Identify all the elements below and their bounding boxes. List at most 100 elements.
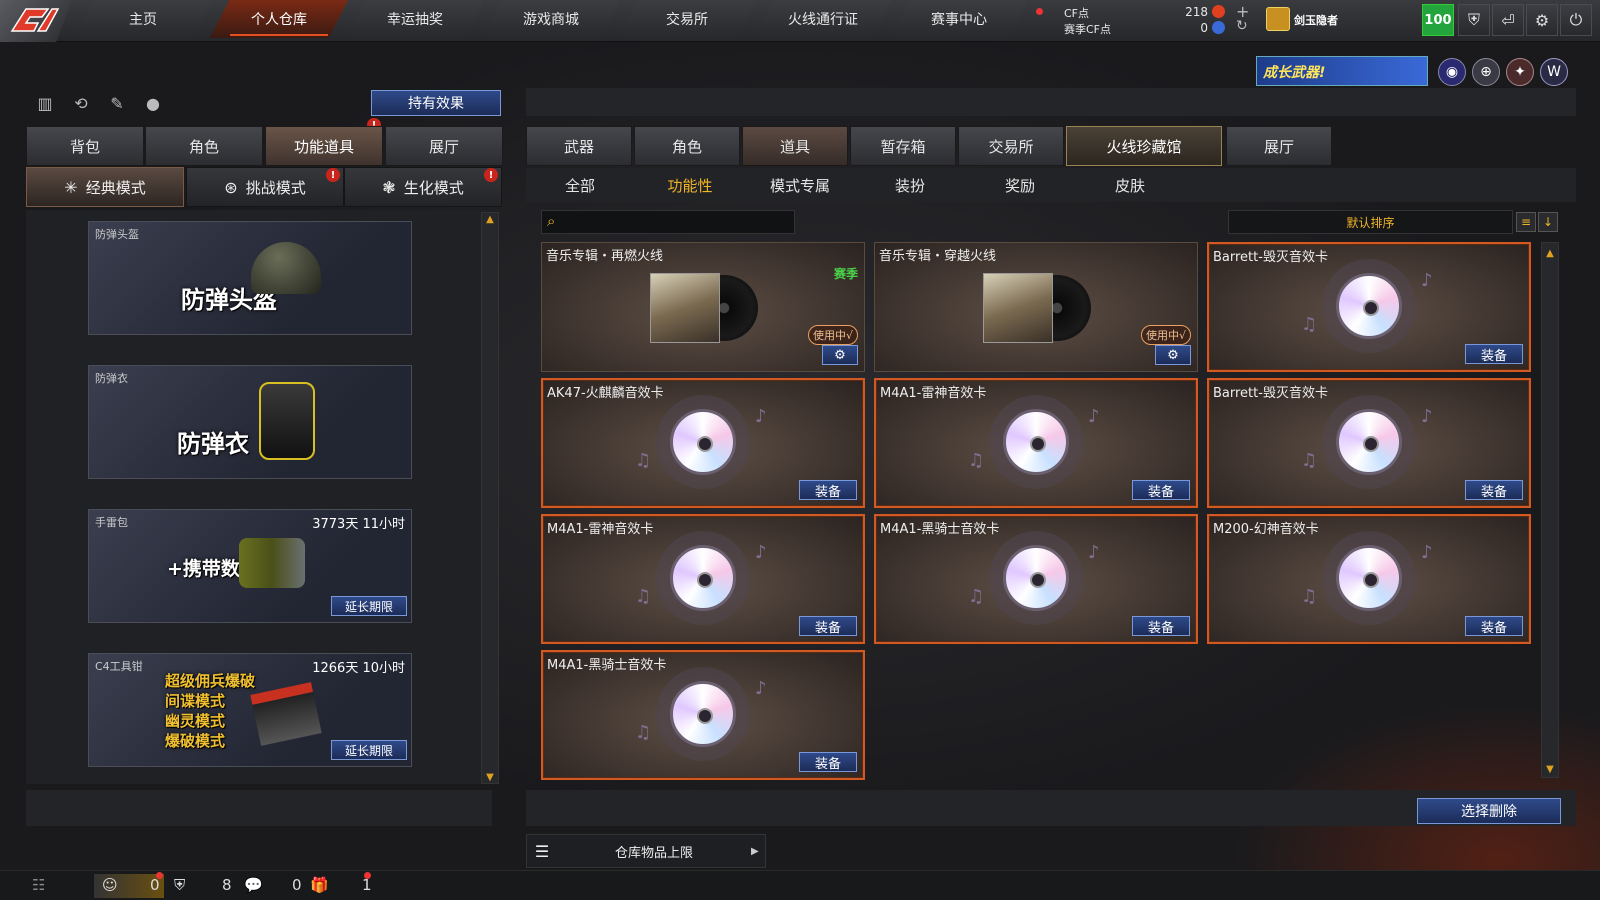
subtab-4[interactable]: 奖励 <box>980 175 1060 196</box>
right-tab-2[interactable]: 道具 <box>742 126 848 166</box>
hold-effect-button[interactable]: 持有效果 <box>371 90 501 116</box>
item-card[interactable]: Barrett-毁灭音效卡 ♫ ♪ 装备 <box>1207 378 1531 508</box>
history-icon[interactable]: ⟲ <box>70 92 92 114</box>
exit-room-icon[interactable]: ⏎ <box>1492 4 1524 36</box>
subtab-5[interactable]: 皮肤 <box>1090 175 1170 196</box>
right-tab-0[interactable]: 武器 <box>526 126 632 166</box>
stats-icon[interactable]: ▥ <box>34 92 56 114</box>
item-card[interactable]: 音乐专辑・穿越火线 使用中√ ⚙ <box>874 242 1198 372</box>
left-scrollbar[interactable] <box>481 212 499 784</box>
w-badge-icon[interactable]: W <box>1540 58 1568 86</box>
scroll-up-arrow-icon[interactable]: ▲ <box>483 212 497 226</box>
right-tab-6[interactable]: 展厅 <box>1226 126 1332 166</box>
capacity-bar[interactable]: ☰ 仓库物品上限 ▶ <box>526 834 766 868</box>
nav-tab-0[interactable]: 主页 <box>74 0 212 38</box>
left-tab-1[interactable]: 角色 <box>145 126 263 166</box>
right-tab-1[interactable]: 角色 <box>634 126 740 166</box>
item-name: C4工具钳 <box>95 660 143 673</box>
sort-direction-icon[interactable]: ↓ <box>1538 212 1558 232</box>
scroll-up-arrow-icon[interactable]: ▲ <box>1543 246 1557 260</box>
search-input[interactable]: ⌕ <box>541 210 795 234</box>
growth-weapon-banner[interactable]: 成长武器! <box>1256 56 1428 86</box>
rank-emblem-icon <box>1266 7 1290 31</box>
equip-button[interactable]: 装备 <box>799 752 857 772</box>
mode-tab-1[interactable]: ⊛ 挑战模式 <box>186 167 344 207</box>
globe-icon[interactable]: ⊕ <box>1472 58 1500 86</box>
menu-icon[interactable]: ☷ <box>32 872 45 898</box>
subtab-0[interactable]: 全部 <box>540 175 620 196</box>
subtab-1[interactable]: 功能性 <box>650 175 730 196</box>
scroll-down-arrow-icon[interactable]: ▼ <box>1543 762 1557 776</box>
right-scrollbar[interactable] <box>1541 242 1559 778</box>
clan-icon[interactable]: ⛨ <box>174 872 185 898</box>
select-delete-button[interactable]: 选择删除 <box>1417 798 1561 824</box>
mode-tab-0[interactable]: ✳ 经典模式 <box>26 167 184 207</box>
search-icon: ⌕ <box>547 212 556 230</box>
crest-icon[interactable]: ✦ <box>1506 58 1534 86</box>
level-badge[interactable]: 100 <box>1422 4 1454 36</box>
left-tab-0[interactable]: 背包 <box>26 126 144 166</box>
chat-icon[interactable]: 💬 <box>244 872 263 898</box>
refresh-icon[interactable]: ↻ <box>1236 18 1248 34</box>
mode-tab-2[interactable]: ❃ 生化模式 <box>344 167 502 207</box>
item-card-title: Barrett-毁灭音效卡 <box>1213 386 1328 401</box>
nav-tab-4[interactable]: 交易所 <box>618 0 756 38</box>
equip-button[interactable]: 装备 <box>799 616 857 636</box>
left-item-card[interactable]: 防弹头盔 防弹头盔 <box>88 221 412 335</box>
subtab-3[interactable]: 装扮 <box>870 175 950 196</box>
search-field[interactable] <box>566 213 790 231</box>
item-card[interactable]: Barrett-毁灭音效卡 ♫ ♪ 装备 <box>1207 242 1531 372</box>
left-tab-2[interactable]: 功能道具 <box>265 126 383 166</box>
extend-period-button[interactable]: 延长期限 <box>331 596 407 616</box>
player-name[interactable]: 剑玉隐者 <box>1294 12 1338 28</box>
scroll-down-arrow-icon[interactable]: ▼ <box>483 770 497 784</box>
subtab-2[interactable]: 模式专属 <box>760 175 840 196</box>
left-item-card[interactable]: 手雷包 3773天 11小时 +携带数 延长期限 <box>88 509 412 623</box>
extend-period-button[interactable]: 延长期限 <box>331 740 407 760</box>
list-view-icon[interactable]: ≡ <box>1516 212 1536 232</box>
equip-button[interactable]: 装备 <box>1132 480 1190 500</box>
item-card[interactable]: M200-幻神音效卡 ♫ ♪ 装备 <box>1207 514 1531 644</box>
nav-tab-3[interactable]: 游戏商城 <box>482 0 620 38</box>
right-tab-3[interactable]: 暂存箱 <box>850 126 956 166</box>
equip-button[interactable]: 装备 <box>799 480 857 500</box>
item-card[interactable]: M4A1-黑骑士音效卡 ♫ ♪ 装备 <box>541 650 865 780</box>
item-card[interactable]: M4A1-黑骑士音效卡 ♫ ♪ 装备 <box>874 514 1198 644</box>
power-icon[interactable]: ⏻ <box>1560 4 1592 36</box>
left-item-card[interactable]: 防弹衣 防弹衣 <box>88 365 412 479</box>
gift-icon[interactable]: 🎁 <box>310 872 329 898</box>
item-art-icon <box>259 382 315 460</box>
mode-icon: ✳ <box>64 177 78 197</box>
shield-icon[interactable]: ⛨ <box>1458 4 1490 36</box>
friends-icon[interactable]: ☺ <box>102 872 118 898</box>
music-disc-icon <box>1003 409 1069 475</box>
equip-button[interactable]: 装备 <box>1465 344 1523 364</box>
left-item-card[interactable]: C4工具钳 1266天 10小时 超级佣兵爆破 间谍模式 幽灵模式 爆破模式 延长期限 <box>88 653 412 767</box>
right-header-strip <box>526 88 1576 116</box>
equip-button[interactable]: 装备 <box>1465 480 1523 500</box>
item-card[interactable]: 音乐专辑・再燃火线 赛季 使用中√ ⚙ <box>541 242 865 372</box>
mode-label: 经典模式 <box>85 178 146 197</box>
nav-tab-2[interactable]: 幸运抽奖 <box>346 0 484 38</box>
mode-label: 生化模式 <box>403 178 464 197</box>
nav-tab-1[interactable]: 个人仓库 <box>210 0 348 38</box>
item-card[interactable]: M4A1-雷神音效卡 ♫ ♪ 装备 <box>874 378 1198 508</box>
nav-tab-5[interactable]: 火线通行证 <box>754 0 892 38</box>
gear-icon[interactable]: ⚙ <box>1155 345 1191 365</box>
right-tab-4[interactable]: 交易所 <box>958 126 1064 166</box>
gear-icon[interactable]: ⚙ <box>822 345 858 365</box>
equip-button[interactable]: 装备 <box>1465 616 1523 636</box>
sort-dropdown[interactable]: 默认排序 <box>1228 210 1513 234</box>
right-tab-5[interactable]: 火线珍藏馆 <box>1066 126 1222 166</box>
left-tab-3[interactable]: 展厅 <box>385 126 503 166</box>
item-card-title: M4A1-雷神音效卡 <box>880 386 987 401</box>
music-note-icon: ♫ <box>635 450 652 471</box>
nav-tab-6[interactable]: 赛事中心 <box>890 0 1028 38</box>
equip-button[interactable]: 装备 <box>1132 616 1190 636</box>
grenade-icon[interactable]: ● <box>142 92 164 114</box>
gear-icon[interactable]: ⚙ <box>1526 4 1558 36</box>
spray-icon[interactable]: ✎ <box>106 92 128 114</box>
item-card[interactable]: AK47-火麒麟音效卡 ♫ ♪ 装备 <box>541 378 865 508</box>
item-card[interactable]: M4A1-雷神音效卡 ♫ ♪ 装备 <box>541 514 865 644</box>
event-badge-icon[interactable]: ◉ <box>1438 58 1466 86</box>
